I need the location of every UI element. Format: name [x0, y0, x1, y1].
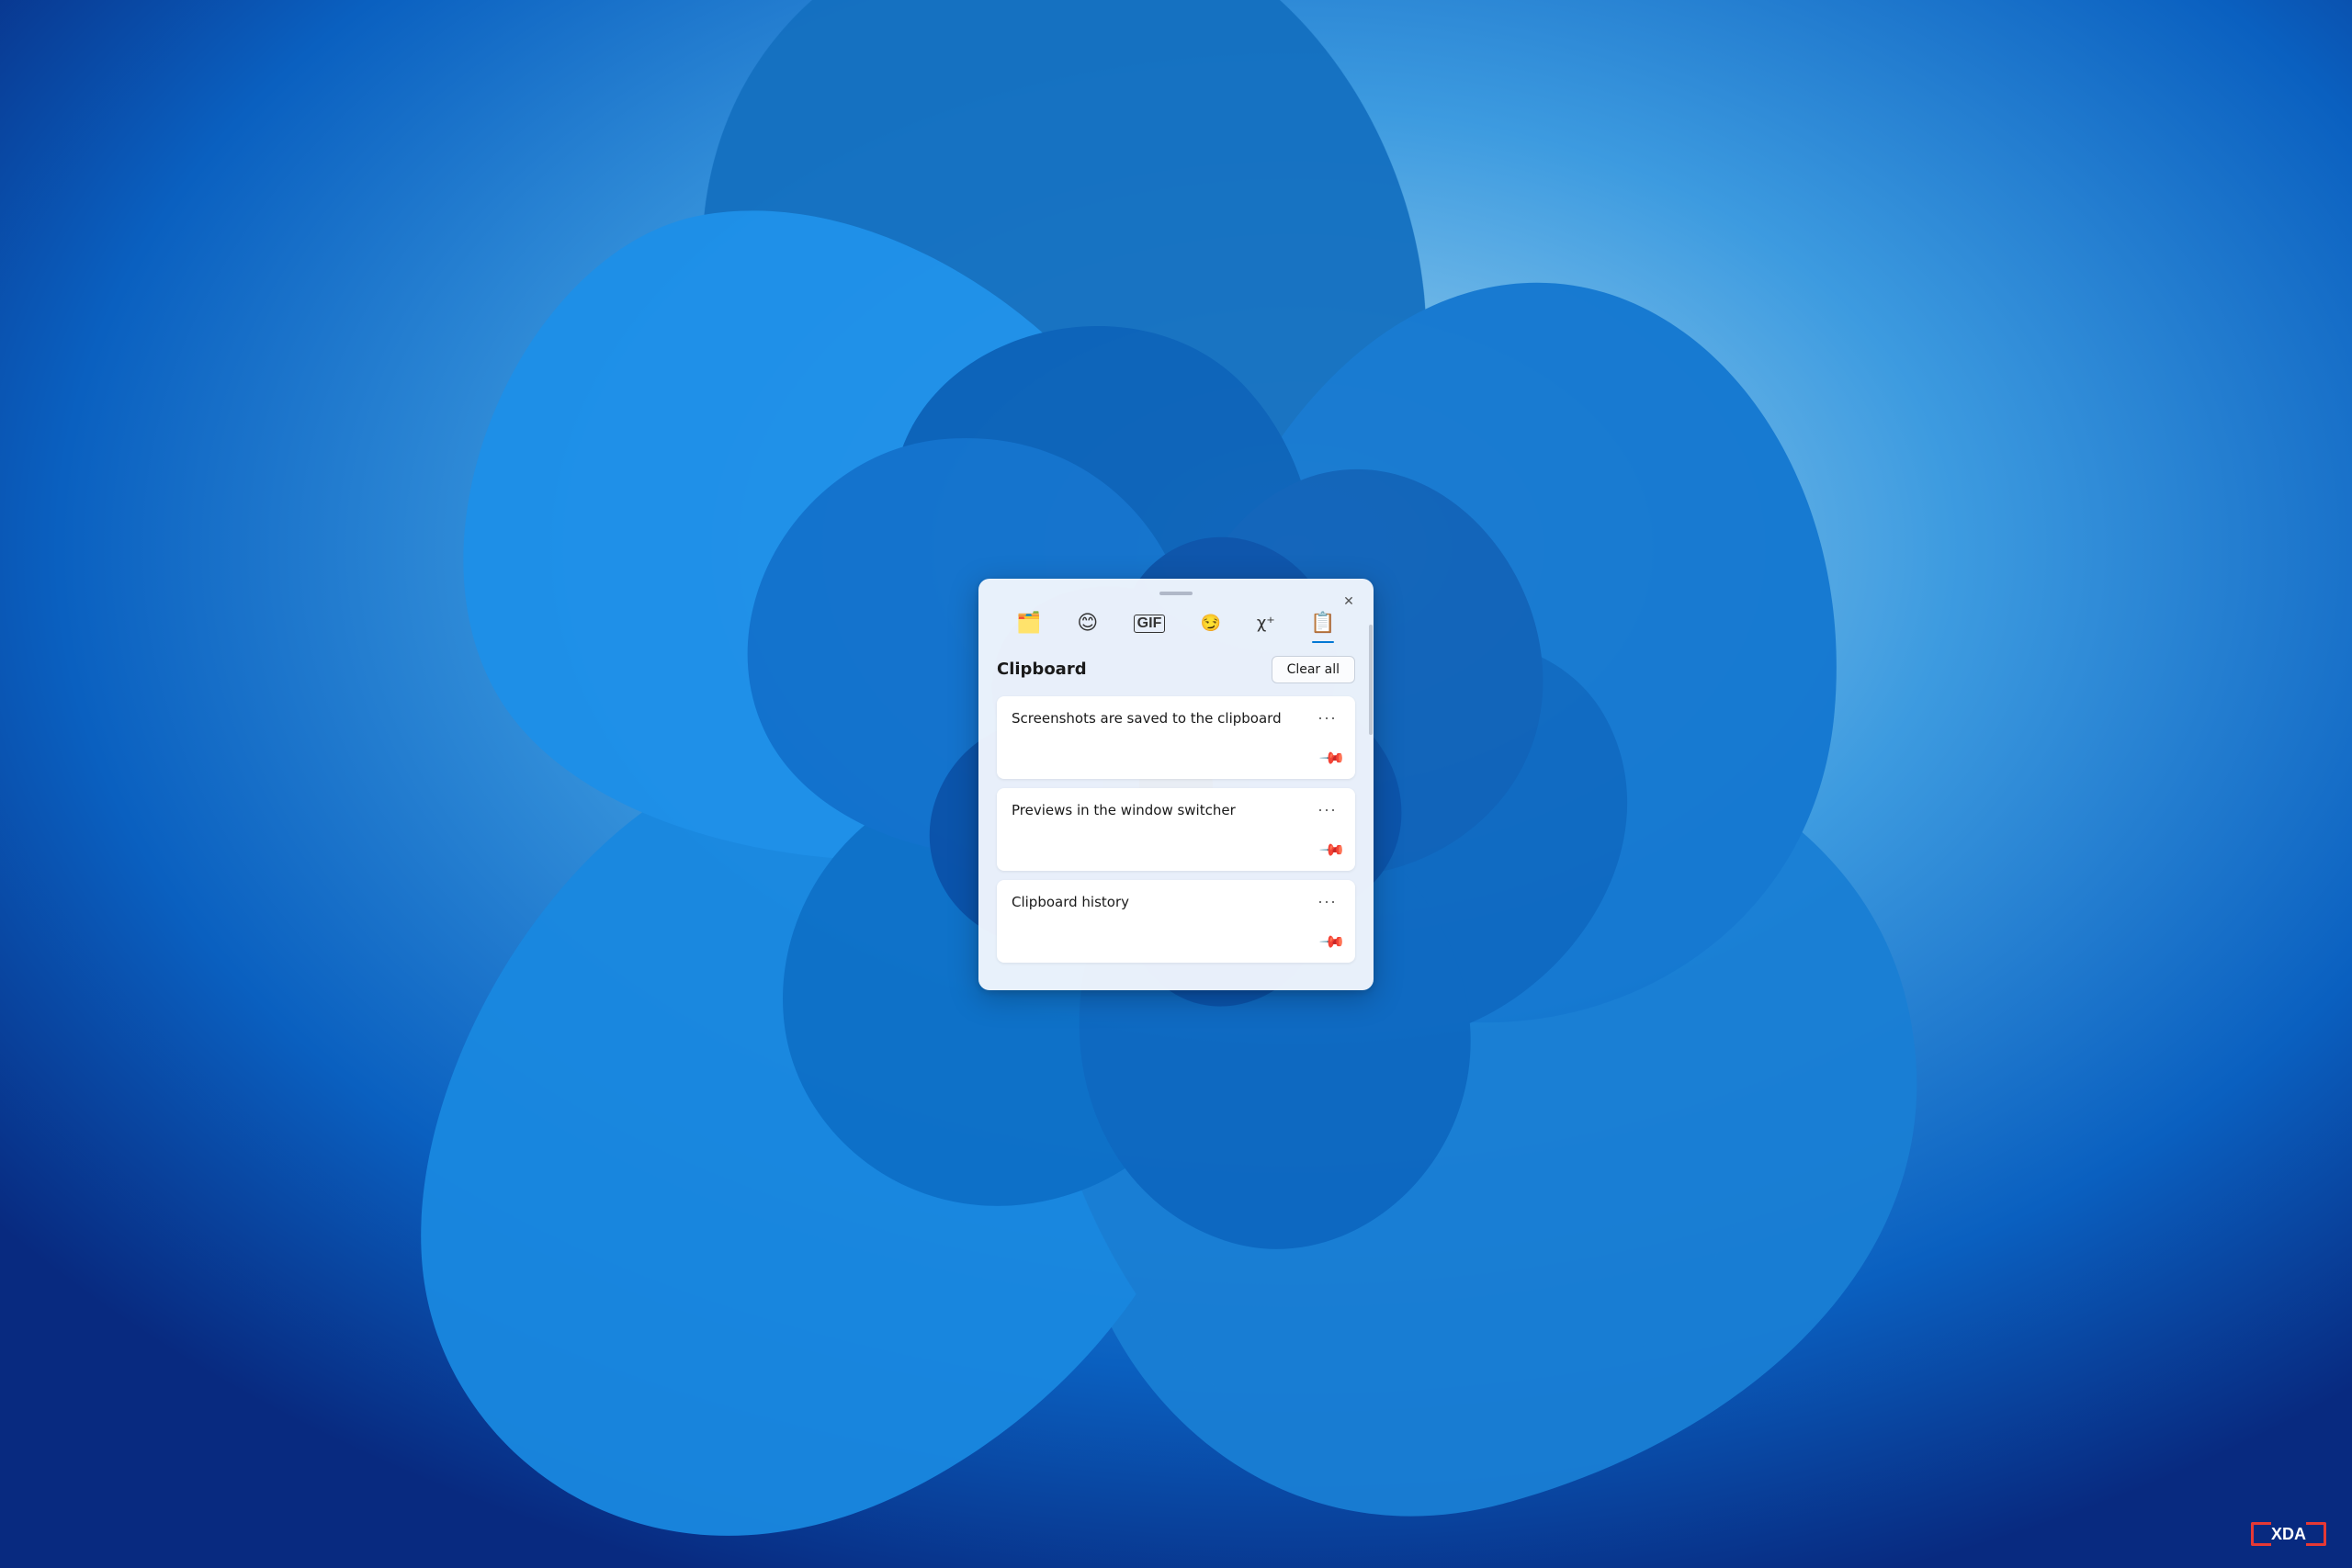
clipboard-item-1-top: Screenshots are saved to the clipboard ·…: [1012, 709, 1340, 728]
clipboard-item-2-text: Previews in the window switcher: [1012, 801, 1314, 820]
clipboard-item-3-pin[interactable]: 📌: [1322, 932, 1342, 952]
emoji-icon: 😊: [1077, 614, 1098, 634]
panel-body: Clipboard Clear all Screenshots are save…: [978, 641, 1374, 990]
xda-bracket-left: [2251, 1522, 2271, 1546]
clipboard-item-3-top: Clipboard history ···: [1012, 893, 1340, 912]
tab-emoji[interactable]: 😊: [1064, 606, 1111, 641]
stickers-icon: 🗂️: [1016, 614, 1041, 634]
tab-kaomoji[interactable]: 😏: [1188, 608, 1234, 639]
panel-overlay: ✕ 🗂️ 😊 GIF 😏 χ⁺: [0, 0, 2352, 1568]
clipboard-item-1[interactable]: Screenshots are saved to the clipboard ·…: [997, 696, 1355, 779]
clipboard-panel: ✕ 🗂️ 😊 GIF 😏 χ⁺: [978, 579, 1374, 990]
tab-clipboard[interactable]: 📋: [1297, 606, 1348, 641]
clipboard-item-2-top: Previews in the window switcher ···: [1012, 801, 1340, 820]
tab-stickers[interactable]: 🗂️: [1003, 606, 1054, 641]
drag-handle-area: [978, 579, 1374, 603]
drag-handle: [1159, 592, 1193, 595]
tab-active-indicator: [1312, 641, 1334, 643]
clipboard-item-1-pin[interactable]: 📌: [1322, 749, 1342, 768]
section-header: Clipboard Clear all: [997, 656, 1355, 683]
gif-icon: GIF: [1134, 615, 1166, 633]
clipboard-item-2[interactable]: Previews in the window switcher ··· 📌: [997, 788, 1355, 871]
clipboard-item-1-text: Screenshots are saved to the clipboard: [1012, 709, 1314, 728]
clipboard-item-1-more-button[interactable]: ···: [1314, 709, 1340, 726]
section-title: Clipboard: [997, 660, 1087, 679]
pin-icon-3: 📌: [1317, 928, 1346, 956]
clipboard-item-2-more-button[interactable]: ···: [1314, 801, 1340, 818]
kaomoji-icon: 😏: [1201, 615, 1221, 632]
xda-bracket-right: [2306, 1522, 2326, 1546]
scrollbar-thumb[interactable]: [1369, 625, 1373, 735]
clipboard-icon: 📋: [1310, 614, 1335, 634]
tab-gif[interactable]: GIF: [1121, 607, 1179, 640]
tab-symbols[interactable]: χ⁺: [1244, 608, 1288, 639]
xda-logo-text: XDA: [2271, 1525, 2306, 1544]
clipboard-item-3[interactable]: Clipboard history ··· 📌: [997, 880, 1355, 963]
clipboard-item-2-pin[interactable]: 📌: [1322, 840, 1342, 860]
clipboard-item-3-text: Clipboard history: [1012, 893, 1314, 912]
clipboard-item-3-more-button[interactable]: ···: [1314, 893, 1340, 909]
tabs-row: 🗂️ 😊 GIF 😏 χ⁺ 📋: [978, 603, 1374, 641]
clear-all-button[interactable]: Clear all: [1272, 656, 1355, 683]
scrollbar[interactable]: [1368, 579, 1374, 990]
pin-icon-1: 📌: [1317, 744, 1346, 773]
symbols-icon: χ⁺: [1257, 615, 1275, 632]
pin-icon-2: 📌: [1317, 836, 1346, 864]
xda-watermark: XDA: [2251, 1522, 2326, 1546]
